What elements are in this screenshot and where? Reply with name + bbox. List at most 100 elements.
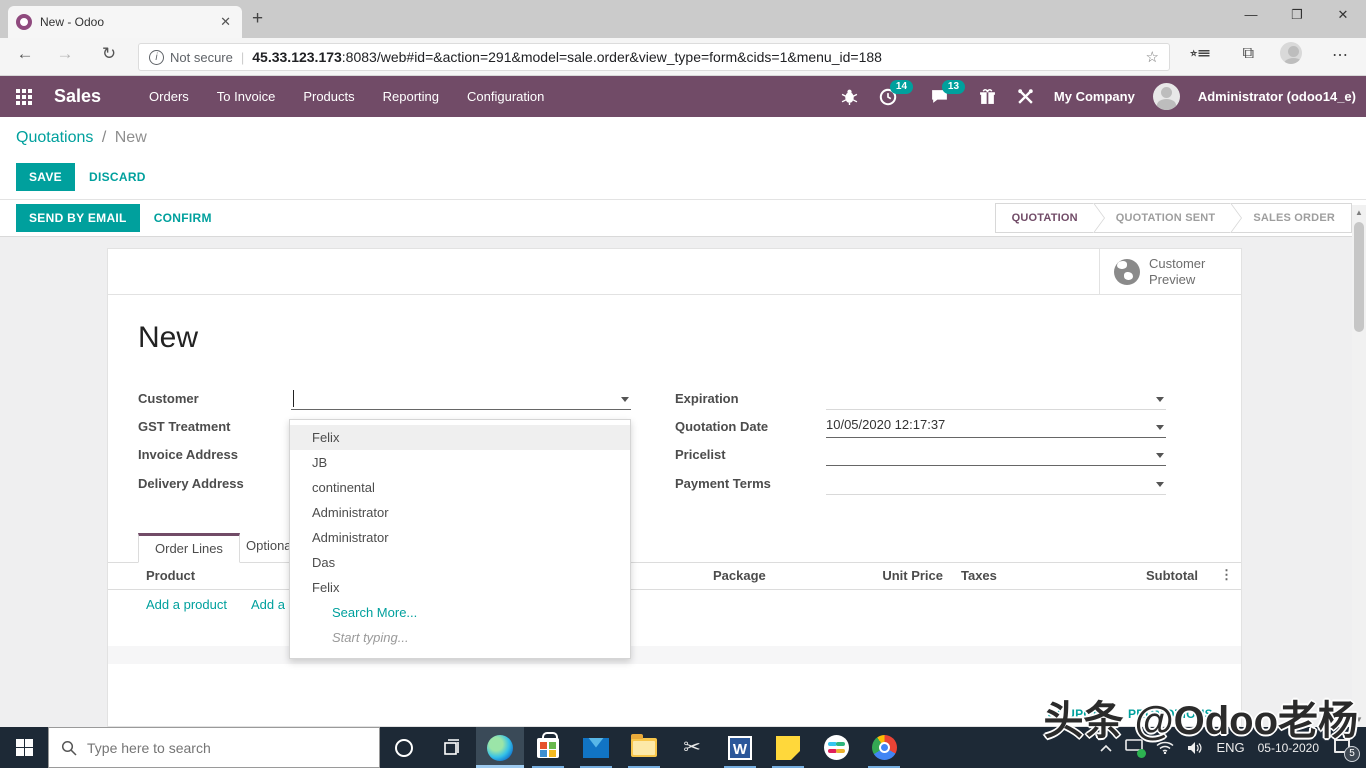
dropdown-item[interactable]: Felix [290,425,630,450]
record-title: New [138,321,199,354]
discard-button[interactable]: DISCARD [89,170,146,184]
odoo-navbar: Sales Orders To Invoice Products Reporti… [0,76,1366,117]
save-button[interactable]: SAVE [16,163,75,191]
control-panel-actions: SEND BY EMAIL CONFIRM QUOTATION QUOTATIO… [0,200,1366,237]
dropdown-item[interactable]: Administrator [290,500,630,525]
payment-terms-input[interactable] [826,474,1166,495]
scroll-up-icon[interactable]: ▲ [1352,205,1366,220]
dropdown-item[interactable]: Das [290,550,630,575]
expiration-input[interactable] [826,389,1166,410]
customer-input[interactable] [291,389,631,410]
label-customer: Customer [138,391,199,406]
bookmark-star-icon[interactable]: ☆ [1146,48,1159,66]
close-tab-icon[interactable]: ✕ [217,14,234,30]
col-package[interactable]: Package [713,568,766,583]
bug-icon[interactable] [840,87,860,107]
taskbar-word-icon[interactable]: W [716,727,764,768]
task-view-icon[interactable] [428,727,476,768]
messages-badge: 13 [941,79,966,94]
status-step-quotation[interactable]: QUOTATION [994,203,1105,233]
company-switcher[interactable]: My Company [1054,89,1135,104]
taskbar-search[interactable] [48,727,380,768]
chevron-down-icon[interactable] [1156,397,1164,402]
start-button[interactable] [0,727,48,768]
activities-clock-icon[interactable]: 14 [878,79,914,107]
taskbar-edge-icon[interactable] [476,727,524,768]
chevron-down-icon[interactable] [1156,425,1164,430]
customer-preview-button[interactable]: Customer Preview [1099,249,1241,295]
search-icon [61,740,77,756]
site-security[interactable]: i Not secure [149,49,233,65]
more-menu-icon[interactable]: ⋯ [1332,45,1348,65]
breadcrumb-quotations[interactable]: Quotations [16,129,93,146]
menu-products[interactable]: Products [303,89,354,104]
taskbar-snipping-icon[interactable]: ✂ [668,727,716,768]
dropdown-item[interactable]: JB [290,450,630,475]
minimize-button[interactable]: — [1228,0,1274,30]
col-taxes[interactable]: Taxes [961,568,997,583]
col-unit-price[interactable]: Unit Price [878,568,943,583]
taskbar-store-icon[interactable] [524,727,572,768]
cortana-icon[interactable] [380,727,428,768]
refresh-icon[interactable]: ↻ [96,44,122,64]
tab-order-lines[interactable]: Order Lines [138,533,240,563]
menu-configuration[interactable]: Configuration [467,89,544,104]
search-more-link[interactable]: Search More... [290,600,630,625]
pricelist-input[interactable] [826,445,1166,466]
label-expiration: Expiration [675,391,739,406]
taskbar-chrome-icon[interactable] [860,727,908,768]
start-typing-hint: Start typing... [332,630,409,645]
collections-icon[interactable]: ⧉ [1243,45,1254,63]
maximize-button[interactable]: ❐ [1274,0,1320,30]
url-host: 45.33.123.173 [252,49,342,65]
vertical-scrollbar[interactable]: ▲ ▼ [1352,205,1366,727]
chevron-down-icon[interactable] [621,397,629,402]
label-quotation-date: Quotation Date [675,419,769,434]
dropdown-item[interactable]: continental [290,475,630,500]
search-input[interactable] [87,739,337,756]
status-step-sales-order[interactable]: SALES ORDER [1231,203,1352,233]
confirm-button[interactable]: CONFIRM [154,211,212,225]
col-subtotal[interactable]: Subtotal [1118,568,1198,583]
col-product[interactable]: Product [146,568,195,583]
apps-menu-icon[interactable] [16,88,32,105]
browser-toolbar: ← → ↻ i Not secure | 45.33.123.173:8083/… [0,38,1366,76]
user-avatar[interactable] [1152,83,1180,110]
profile-avatar-icon[interactable] [1280,42,1302,69]
customer-preview-label: Customer Preview [1149,256,1206,287]
browser-tab[interactable]: New - Odoo ✕ [8,6,242,38]
label-delivery-address: Delivery Address [138,476,244,491]
close-window-button[interactable]: ✕ [1320,0,1366,30]
status-step-quotation-sent[interactable]: QUOTATION SENT [1093,203,1242,233]
browser-tab-strip: New - Odoo ✕ + — ❐ ✕ [0,0,1366,38]
menu-reporting[interactable]: Reporting [383,89,439,104]
user-name[interactable]: Administrator (odoo14_e) [1198,89,1356,104]
watermark-text: 头条 @Odoo老杨 [1043,699,1358,743]
quotation-date-input[interactable]: 10/05/2020 12:17:37 [826,417,1166,438]
chevron-down-icon[interactable] [1156,482,1164,487]
column-options-icon[interactable]: ⋮ [1220,567,1233,583]
scrollbar-thumb[interactable] [1354,222,1364,332]
forward-icon[interactable]: → [52,44,78,64]
messages-icon[interactable]: 13 [930,79,966,107]
back-icon[interactable]: ← [12,44,38,64]
taskbar-explorer-icon[interactable] [620,727,668,768]
gift-icon[interactable] [978,87,998,107]
taskbar-stickynotes-icon[interactable] [764,727,812,768]
taskbar-mail-icon[interactable] [572,727,620,768]
new-tab-button[interactable]: + [252,8,263,30]
taskbar-slack-icon[interactable] [812,727,860,768]
url-text[interactable]: 45.33.123.173:8083/web#id=&action=291&mo… [252,49,1137,65]
dropdown-item[interactable]: Felix [290,575,630,600]
dropdown-item[interactable]: Administrator [290,525,630,550]
add-product-link[interactable]: Add a product [146,597,227,612]
menu-orders[interactable]: Orders [149,89,189,104]
chevron-down-icon[interactable] [1156,453,1164,458]
tools-icon[interactable] [1016,87,1036,107]
favorites-bar-icon[interactable]: ⭒☰ [1189,45,1210,63]
send-by-email-button[interactable]: SEND BY EMAIL [16,204,140,232]
menu-to-invoice[interactable]: To Invoice [217,89,276,104]
app-name[interactable]: Sales [54,86,101,107]
quotation-date-value: 10/05/2020 12:17:37 [826,417,946,432]
address-bar[interactable]: i Not secure | 45.33.123.173:8083/web#id… [138,43,1170,71]
